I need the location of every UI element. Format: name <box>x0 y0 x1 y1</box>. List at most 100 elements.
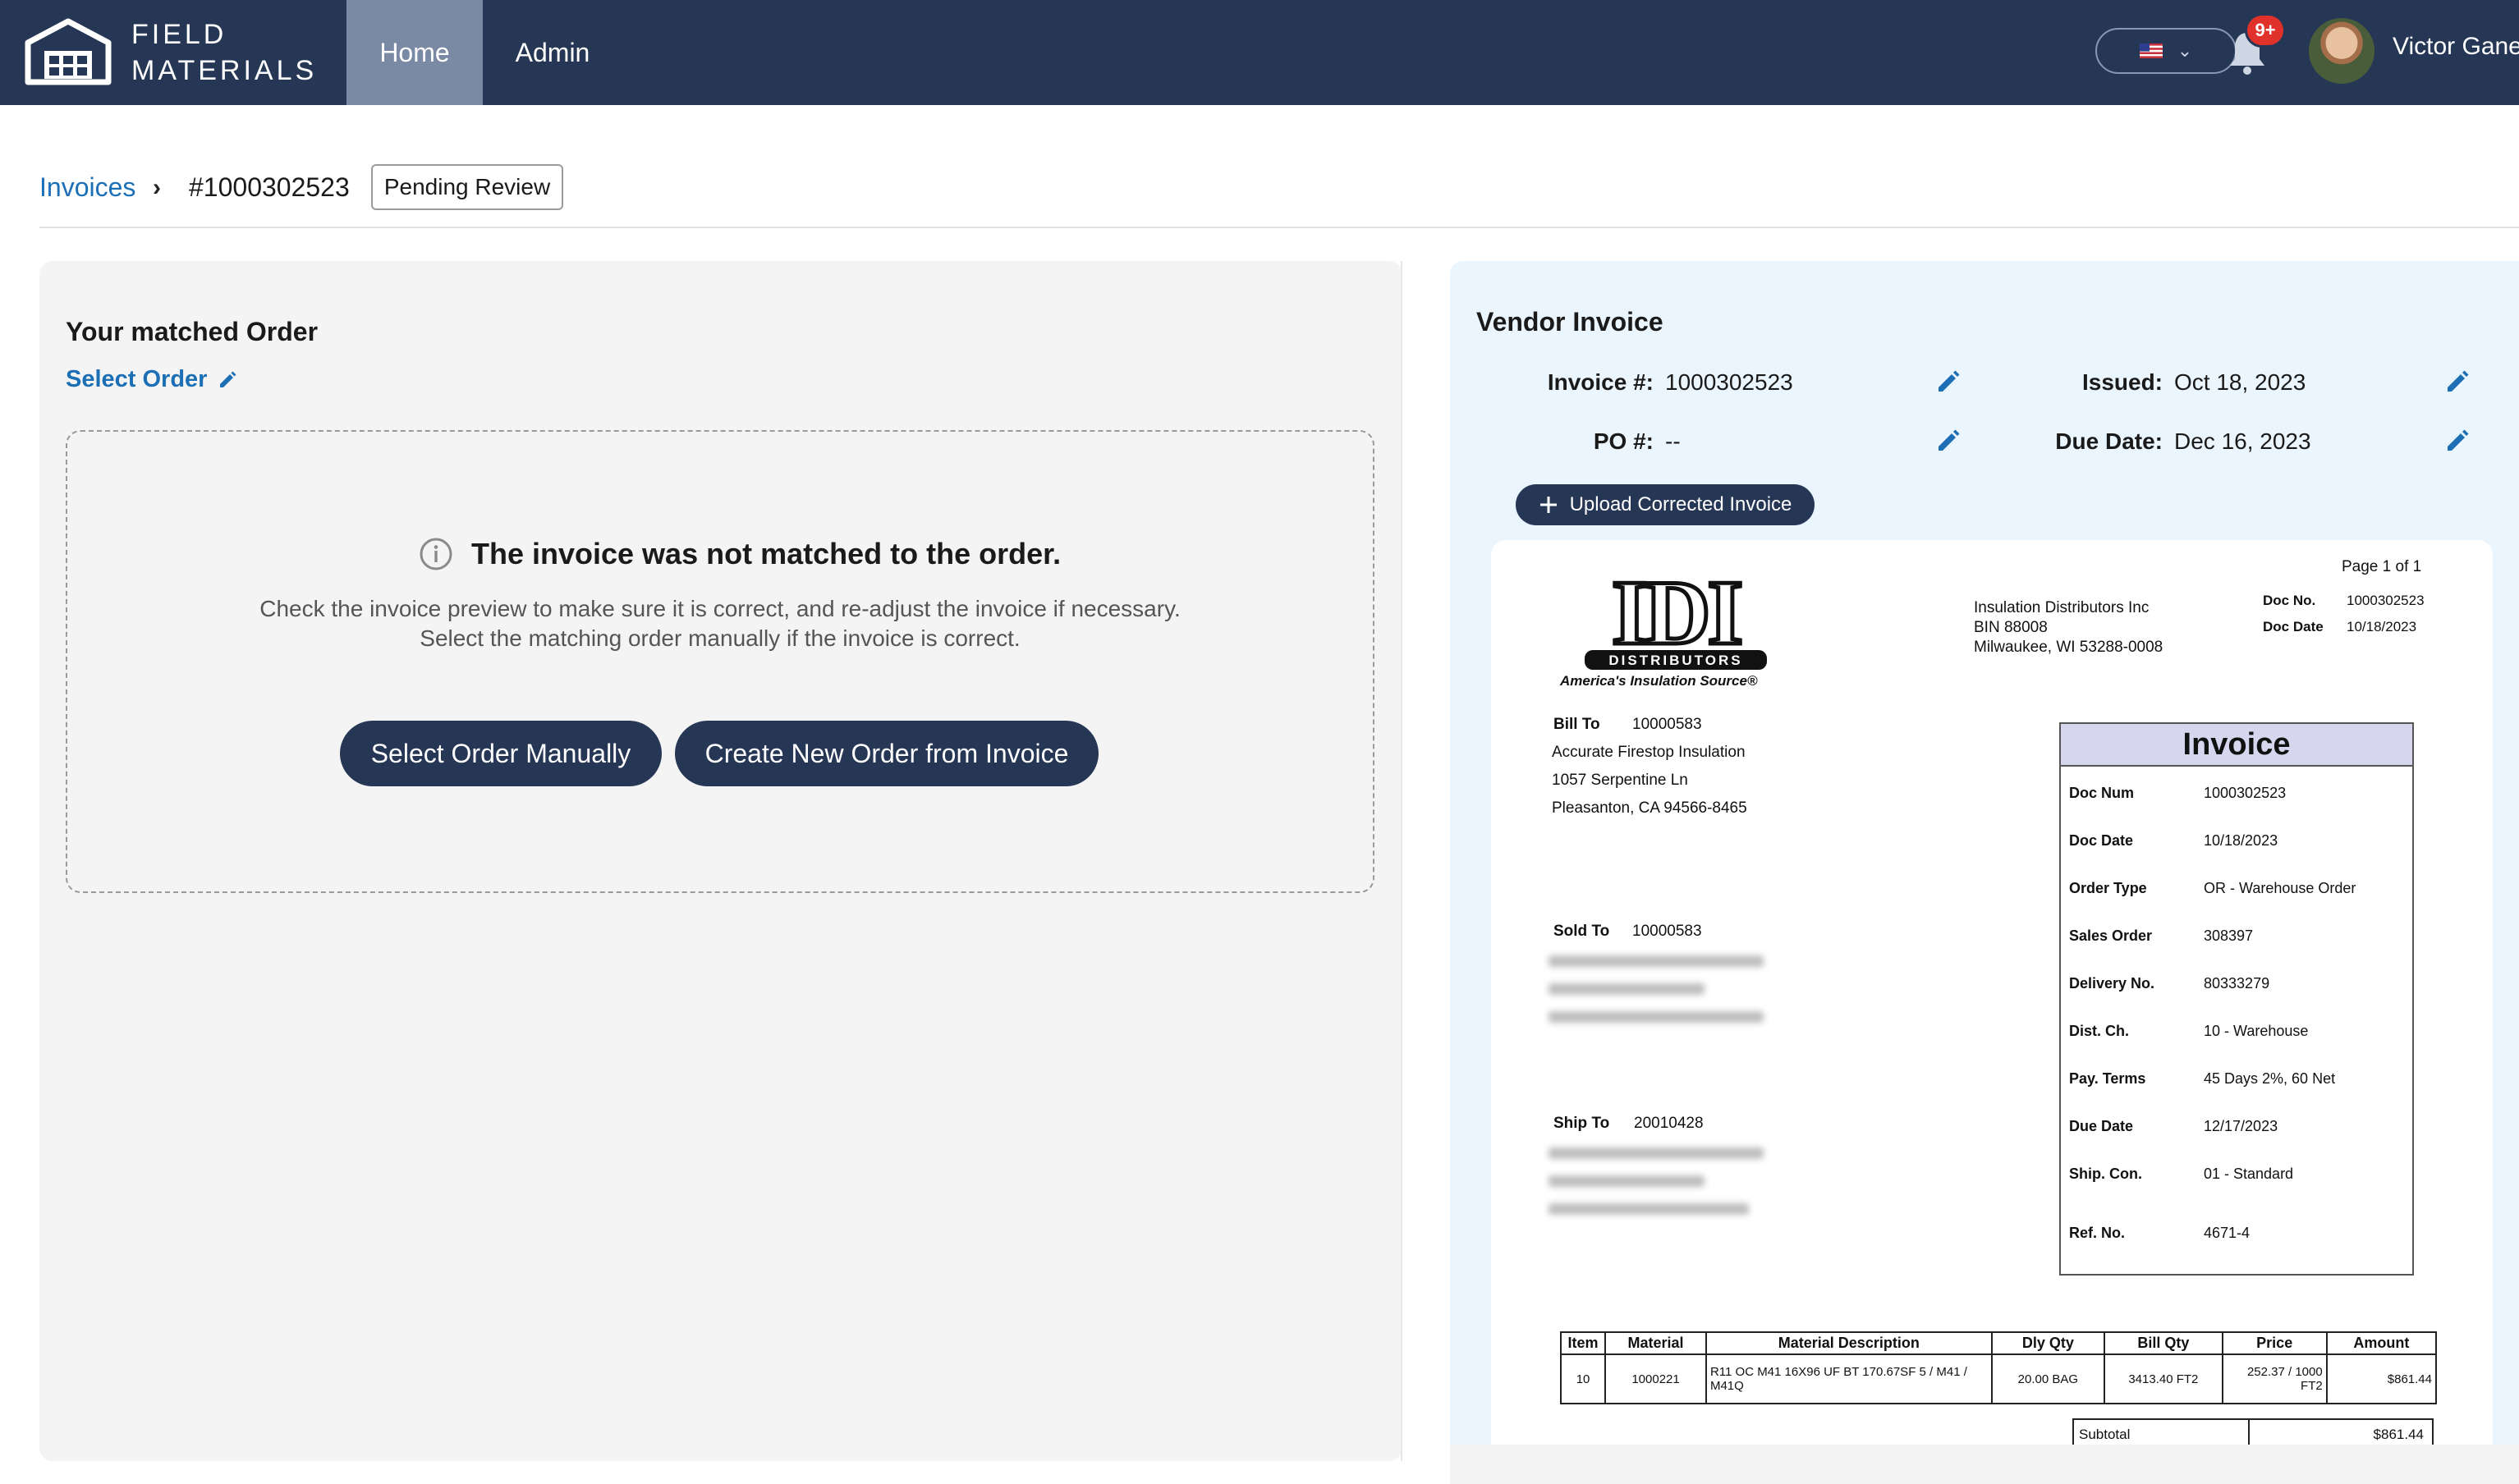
breadcrumb-current: #1000302523 <box>189 172 350 202</box>
issued-label: Issued: <box>2081 369 2163 395</box>
column-header: Item <box>1559 1331 1607 1355</box>
create-order-from-invoice-button[interactable]: Create New Order from Invoice <box>675 721 1099 786</box>
no-match-heading: The invoice was not matched to the order… <box>419 537 1061 571</box>
detail-value-doc-num: 1000302523 <box>2204 785 2287 801</box>
column-header: Dly Qty <box>1990 1331 2106 1355</box>
logo-subtext: DISTRIBUTORS <box>1608 653 1742 668</box>
subtotal-value: $861.44 <box>2373 1427 2424 1442</box>
vendor-invoice-title: Vendor Invoice <box>1476 307 1663 337</box>
detail-value-due-date: 12/17/2023 <box>2204 1118 2278 1134</box>
select-order-manually-button[interactable]: Select Order Manually <box>340 721 662 786</box>
select-order-link[interactable]: Select Order <box>66 366 238 393</box>
detail-label-due-date: Due Date <box>2069 1118 2134 1134</box>
redacted-text <box>1549 955 1764 967</box>
redacted-text <box>1549 1011 1764 1023</box>
logo-text: IDI <box>1612 568 1740 664</box>
panel-divider <box>1401 261 1402 1461</box>
invoice-number-label: Invoice #: <box>1547 369 1654 395</box>
column-header: Material <box>1604 1331 1707 1355</box>
edit-issued-date-pencil-icon[interactable] <box>2443 368 2471 396</box>
cell-price: 252.37 / 1000 FT2 <box>2221 1353 2328 1404</box>
po-number-label: PO #: <box>1593 428 1654 454</box>
brand-line-1: FIELD <box>131 19 227 50</box>
upload-corrected-invoice-button[interactable]: Upload Corrected Invoice <box>1516 484 1815 525</box>
detail-label-doc-num: Doc Num <box>2069 785 2135 801</box>
brand-name[interactable]: FIELD MATERIALS <box>131 16 317 89</box>
vendor-city: Milwaukee, WI 53288-0008 <box>1974 639 2163 656</box>
cell-dly-qty: 20.00 BAG <box>1990 1353 2106 1404</box>
no-match-title: The invoice was not matched to the order… <box>471 537 1062 570</box>
nav-tab-admin[interactable]: Admin <box>483 0 622 105</box>
redacted-text <box>1549 983 1705 995</box>
user-name[interactable]: Victor Gane <box>2393 33 2519 61</box>
edit-invoice-number-pencil-icon[interactable] <box>1934 368 1962 396</box>
sold-to-id: 10000583 <box>1632 923 1702 940</box>
ship-to-id: 20010428 <box>1634 1115 1704 1132</box>
detail-value-sales-order: 308397 <box>2204 928 2254 944</box>
po-number-value: -- <box>1665 428 1681 454</box>
cell-description: R11 OC M41 16X96 UF BT 170.67SF 5 / M41 … <box>1705 1353 1993 1404</box>
bill-to-line-1: Accurate Firestop Insulation <box>1552 744 1746 761</box>
ship-to-label: Ship To <box>1553 1115 1610 1132</box>
detail-value-doc-date: 10/18/2023 <box>2204 832 2278 849</box>
detail-value-ref-no: 4671-4 <box>2204 1225 2251 1241</box>
page-indicator: Page 1 of 1 <box>2342 558 2422 575</box>
due-date-label: Due Date: <box>2055 428 2163 454</box>
no-match-container <box>66 430 1374 893</box>
detail-value-ship-con: 01 - Standard <box>2204 1166 2294 1182</box>
redacted-text <box>1549 1175 1705 1187</box>
detail-value-order-type: OR - Warehouse Order <box>2204 880 2356 896</box>
warehouse-logo-icon[interactable] <box>25 18 112 85</box>
status-badge: Pending Review <box>371 164 563 210</box>
bill-to-id: 10000583 <box>1632 716 1702 733</box>
table-header-row: Item Material Material Description Dly Q… <box>1559 1331 2438 1355</box>
column-header: Price <box>2221 1331 2328 1355</box>
cell-material: 1000221 <box>1604 1353 1707 1404</box>
bill-to-line-3: Pleasanton, CA 94566-8465 <box>1552 799 1747 817</box>
invoice-document-preview[interactable]: IDI DISTRIBUTORS America's Insulation So… <box>1491 540 2493 1484</box>
column-header: Amount <box>2325 1331 2438 1355</box>
select-order-label: Select Order <box>66 366 208 392</box>
invoice-heading: Invoice <box>2061 724 2412 767</box>
cell-item: 10 <box>1559 1353 1607 1404</box>
redacted-text <box>1549 1147 1764 1159</box>
no-match-description-1: Check the invoice preview to make sure i… <box>259 596 1181 621</box>
detail-label-ship-con: Ship. Con. <box>2069 1166 2142 1182</box>
no-match-description-2: Select the matching order manually if th… <box>420 625 1021 651</box>
breadcrumb-invoices-link[interactable]: Invoices <box>39 172 135 203</box>
cell-bill-qty: 3413.40 FT2 <box>2104 1353 2223 1404</box>
header-divider <box>39 227 2519 228</box>
logo-tagline: America's Insulation Source® <box>1560 673 1758 689</box>
invoice-number-value: 1000302523 <box>1665 369 1793 395</box>
detail-label-ref-no: Ref. No. <box>2069 1225 2126 1241</box>
detail-label-order-type: Order Type <box>2069 880 2147 896</box>
edit-po-number-pencil-icon[interactable] <box>1934 427 1962 455</box>
edit-due-date-pencil-icon[interactable] <box>2443 427 2471 455</box>
plus-icon <box>1539 497 1557 513</box>
detail-label-delivery-no: Delivery No. <box>2069 975 2155 992</box>
info-icon <box>420 538 452 570</box>
matched-order-title: Your matched Order <box>66 317 319 346</box>
detail-label-pay-terms: Pay. Terms <box>2069 1070 2146 1087</box>
due-date-value: Dec 16, 2023 <box>2174 428 2311 454</box>
document-scroll-edge <box>1450 1445 2519 1484</box>
chevron-down-icon: ⌄ <box>2177 40 2193 61</box>
detail-value-pay-terms: 45 Days 2%, 60 Net <box>2204 1070 2336 1087</box>
cell-amount: $861.44 <box>2325 1353 2438 1404</box>
issued-value: Oct 18, 2023 <box>2174 369 2306 395</box>
notification-badge: 9+ <box>2245 13 2286 48</box>
detail-value-delivery-no: 80333279 <box>2204 975 2270 992</box>
chevron-right-icon: › <box>153 174 161 201</box>
line-items-table: Item Material Material Description Dly Q… <box>1559 1331 2438 1404</box>
detail-label-sales-order: Sales Order <box>2069 928 2153 944</box>
bill-to-line-2: 1057 Serpentine Ln <box>1552 772 1688 789</box>
doc-no-value: 1000302523 <box>2347 593 2425 608</box>
detail-label-dist-ch: Dist. Ch. <box>2069 1023 2130 1039</box>
doc-no-label: Doc No. <box>2263 593 2316 608</box>
nav-tab-home[interactable]: Home <box>346 0 483 105</box>
upload-button-label: Upload Corrected Invoice <box>1569 493 1792 515</box>
language-selector[interactable]: ⌄ <box>2095 28 2237 74</box>
column-header: Material Description <box>1705 1331 1993 1355</box>
avatar[interactable] <box>2309 18 2374 84</box>
us-flag-icon <box>2139 44 2163 58</box>
